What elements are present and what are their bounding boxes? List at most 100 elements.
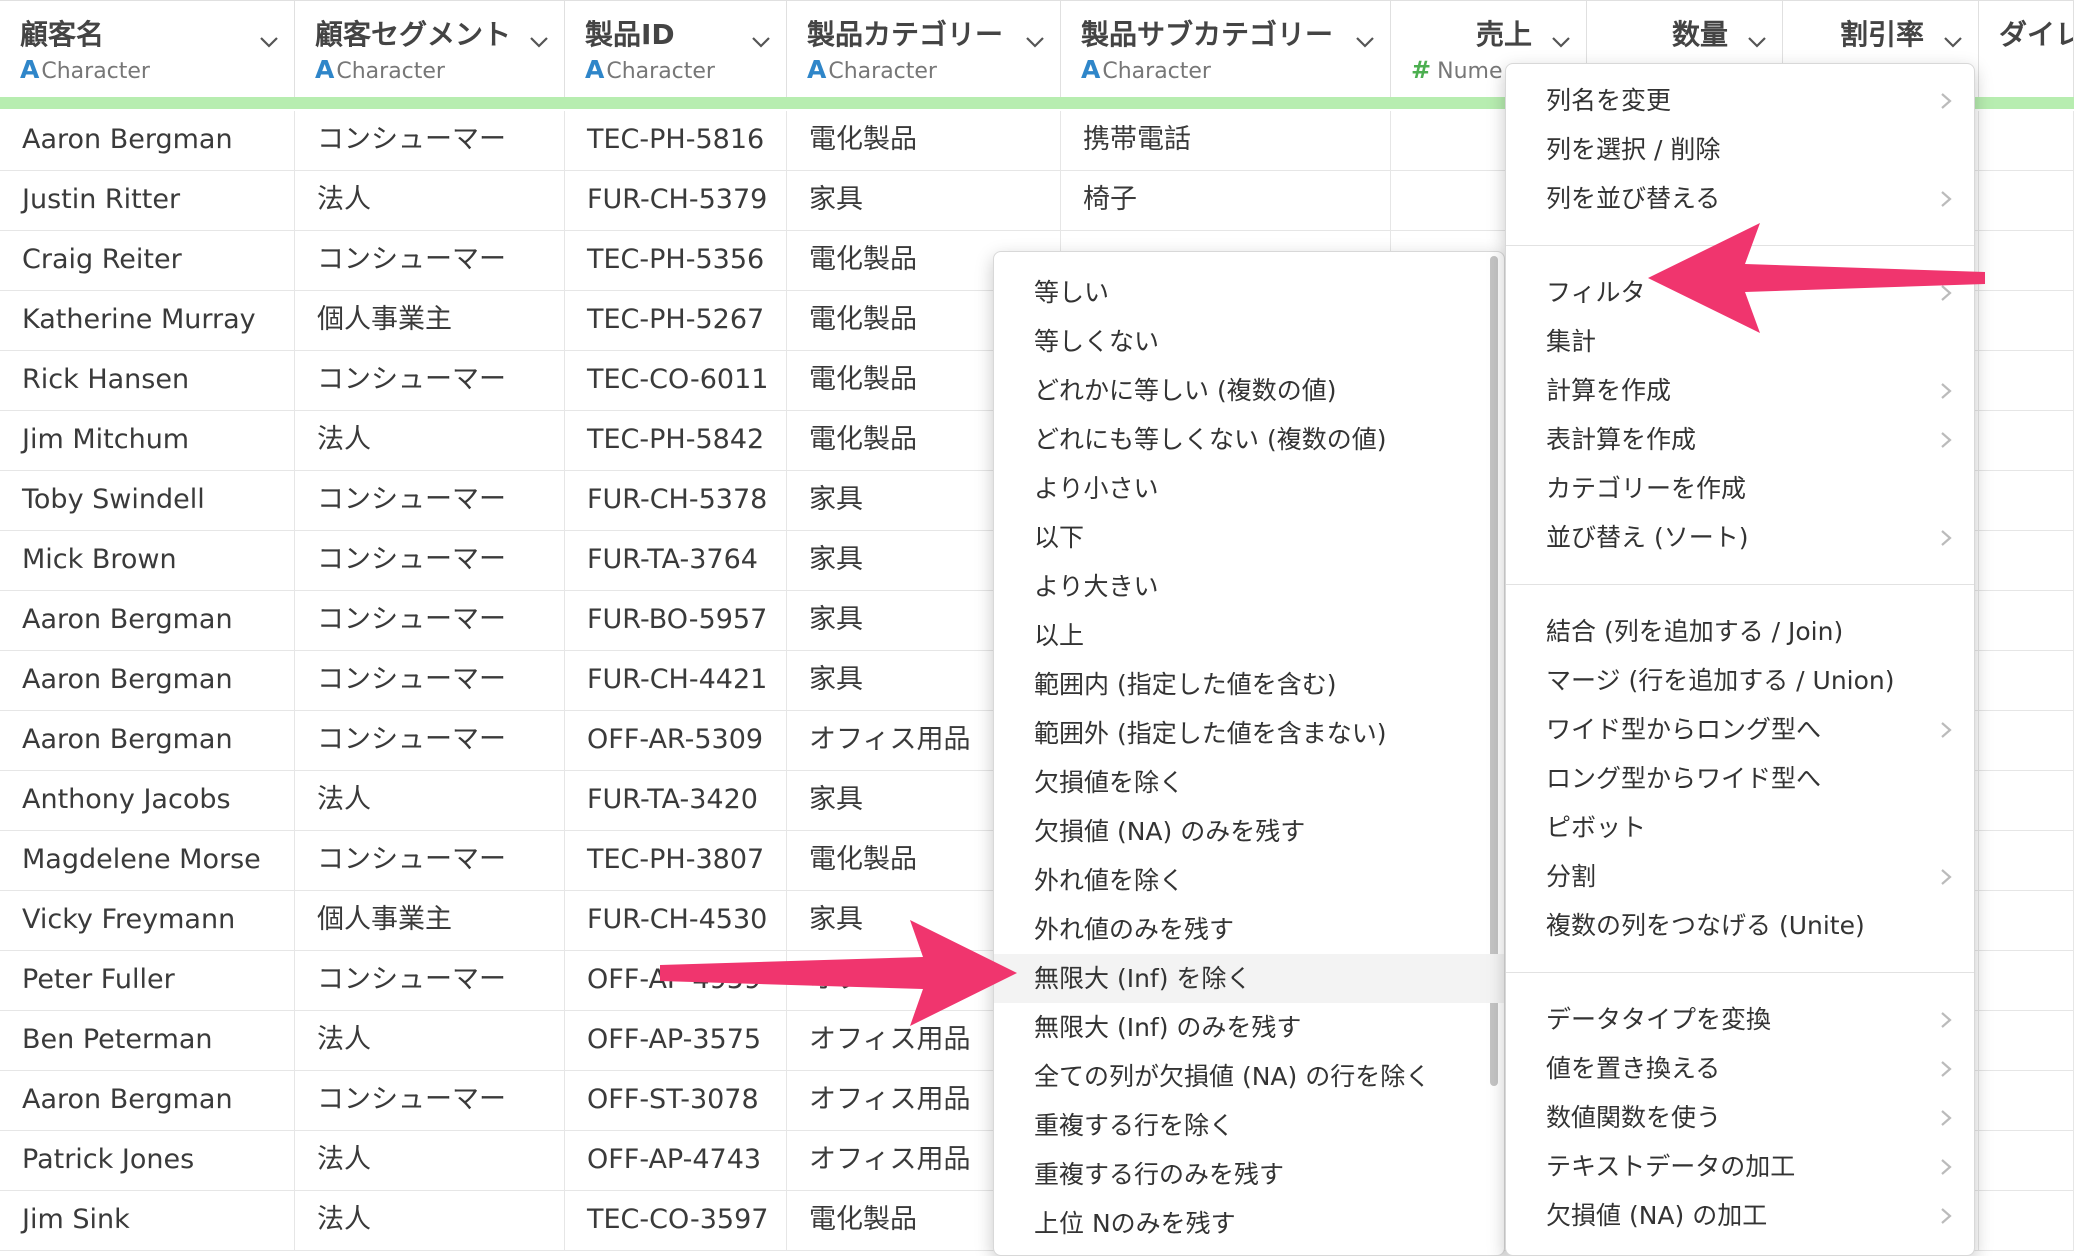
column-header[interactable]: 製品カテゴリー ACharacter xyxy=(787,1,1061,103)
table-cell[interactable]: 法人 xyxy=(295,171,565,230)
chevron-down-icon[interactable] xyxy=(1024,31,1046,53)
table-cell[interactable]: TEC-CO-3597 xyxy=(565,1191,787,1250)
table-cell[interactable]: Aaron Bergman xyxy=(0,111,295,170)
column-menu-item[interactable]: 複数の列をつなげる (Unite) xyxy=(1506,901,1974,950)
table-cell[interactable]: コンシューマー xyxy=(295,351,565,410)
table-cell[interactable] xyxy=(1979,651,2074,710)
table-cell[interactable]: コンシューマー xyxy=(295,471,565,530)
table-cell[interactable]: TEC-PH-3807 xyxy=(565,831,787,890)
table-cell[interactable]: Peter Fuller xyxy=(0,951,295,1010)
filter-menu-item[interactable]: より大きい xyxy=(994,562,1504,611)
filter-menu-item[interactable]: 重複する行を除く xyxy=(994,1101,1504,1150)
filter-menu-item[interactable]: 範囲内 (指定した値を含む) xyxy=(994,660,1504,709)
filter-menu-item[interactable]: 欠損値 (NA) のみを残す xyxy=(994,807,1504,856)
table-cell[interactable] xyxy=(1979,771,2074,830)
table-cell[interactable]: 法人 xyxy=(295,1131,565,1190)
table-cell[interactable]: 法人 xyxy=(295,1011,565,1070)
table-cell[interactable] xyxy=(1979,351,2074,410)
table-cell[interactable]: TEC-PH-5356 xyxy=(565,231,787,290)
table-cell[interactable]: Aaron Bergman xyxy=(0,591,295,650)
table-cell[interactable]: FUR-TA-3420 xyxy=(565,771,787,830)
table-cell[interactable]: OFF-AP-4959 xyxy=(565,951,787,1010)
column-menu-item[interactable]: 列名を変更 xyxy=(1506,76,1974,125)
table-cell[interactable]: コンシューマー xyxy=(295,951,565,1010)
table-cell[interactable]: Ben Peterman xyxy=(0,1011,295,1070)
table-cell[interactable]: コンシューマー xyxy=(295,231,565,290)
column-menu-item[interactable]: 数値関数を使う xyxy=(1506,1093,1974,1142)
table-cell[interactable]: FUR-CH-5379 xyxy=(565,171,787,230)
column-menu-item[interactable]: 計算を作成 xyxy=(1506,366,1974,415)
table-cell[interactable] xyxy=(1979,471,2074,530)
table-cell[interactable] xyxy=(1979,1131,2074,1190)
table-cell[interactable]: OFF-ST-3078 xyxy=(565,1071,787,1130)
table-cell[interactable]: コンシューマー xyxy=(295,711,565,770)
table-cell[interactable]: コンシューマー xyxy=(295,591,565,650)
column-menu-item[interactable]: 値を置き換える xyxy=(1506,1044,1974,1093)
column-menu-item[interactable]: 表計算を作成 xyxy=(1506,415,1974,464)
table-cell[interactable]: FUR-CH-4530 xyxy=(565,891,787,950)
table-cell[interactable]: FUR-BO-5957 xyxy=(565,591,787,650)
table-cell[interactable]: 家具 xyxy=(787,171,1061,230)
table-cell[interactable]: FUR-CH-5378 xyxy=(565,471,787,530)
filter-menu-item[interactable]: 全ての列が欠損値 (NA) の行を除く xyxy=(994,1052,1504,1101)
table-cell[interactable]: Patrick Jones xyxy=(0,1131,295,1190)
filter-menu-item[interactable]: 範囲外 (指定した値を含まない) xyxy=(994,709,1504,758)
table-cell[interactable]: Katherine Murray xyxy=(0,291,295,350)
table-cell[interactable]: FUR-CH-4421 xyxy=(565,651,787,710)
filter-menu-item[interactable]: どれにも等しくない (複数の値) xyxy=(994,415,1504,464)
table-cell[interactable]: コンシューマー xyxy=(295,111,565,170)
filter-menu-item[interactable]: 等しい xyxy=(994,268,1504,317)
column-menu-item[interactable]: ピボット xyxy=(1506,803,1974,852)
table-cell[interactable] xyxy=(1979,171,2074,230)
table-cell[interactable]: Anthony Jacobs xyxy=(0,771,295,830)
table-cell[interactable]: Toby Swindell xyxy=(0,471,295,530)
table-cell[interactable]: Aaron Bergman xyxy=(0,1071,295,1130)
table-cell[interactable] xyxy=(1979,831,2074,890)
filter-menu-item[interactable]: 無限大 (Inf) のみを残す xyxy=(994,1003,1504,1052)
filter-menu-item[interactable]: どれかに等しい (複数の値) xyxy=(994,366,1504,415)
chevron-down-icon[interactable] xyxy=(1354,31,1376,53)
table-cell[interactable]: 電化製品 xyxy=(787,111,1061,170)
column-header[interactable]: 製品ID ACharacter xyxy=(565,1,787,103)
chevron-down-icon[interactable] xyxy=(1746,31,1768,53)
table-cell[interactable] xyxy=(1979,891,2074,950)
table-cell[interactable]: Mick Brown xyxy=(0,531,295,590)
table-cell[interactable]: TEC-PH-5816 xyxy=(565,111,787,170)
table-cell[interactable]: TEC-PH-5267 xyxy=(565,291,787,350)
table-cell[interactable]: Aaron Bergman xyxy=(0,711,295,770)
chevron-down-icon[interactable] xyxy=(750,31,772,53)
column-header[interactable]: 製品サブカテゴリー ACharacter xyxy=(1061,1,1391,103)
table-cell[interactable] xyxy=(1979,711,2074,770)
column-header[interactable]: 顧客セグメント ACharacter xyxy=(295,1,565,103)
table-cell[interactable]: Vicky Freymann xyxy=(0,891,295,950)
column-header[interactable]: ダイレ xyxy=(1979,1,2074,103)
table-cell[interactable] xyxy=(1979,111,2074,170)
table-cell[interactable]: Rick Hansen xyxy=(0,351,295,410)
column-menu-item[interactable]: 列を並び替える xyxy=(1506,174,1974,223)
chevron-down-icon[interactable] xyxy=(1550,31,1572,53)
table-cell[interactable]: OFF-AP-3575 xyxy=(565,1011,787,1070)
table-cell[interactable] xyxy=(1979,231,2074,290)
table-cell[interactable]: OFF-AP-4743 xyxy=(565,1131,787,1190)
table-cell[interactable]: コンシューマー xyxy=(295,651,565,710)
column-menu-item[interactable]: フィルタ xyxy=(1506,268,1974,317)
table-cell[interactable] xyxy=(1979,951,2074,1010)
filter-menu-item[interactable]: 欠損値を除く xyxy=(994,758,1504,807)
table-cell[interactable]: Magdelene Morse xyxy=(0,831,295,890)
column-menu-item[interactable]: カテゴリーを作成 xyxy=(1506,464,1974,513)
column-menu-item[interactable]: データタイプを変換 xyxy=(1506,995,1974,1044)
filter-menu-item[interactable]: 無限大 (Inf) を除く xyxy=(994,954,1504,1003)
column-menu-item[interactable]: マージ (行を追加する / Union) xyxy=(1506,656,1974,705)
table-cell[interactable]: コンシューマー xyxy=(295,1071,565,1130)
table-cell[interactable]: TEC-CO-6011 xyxy=(565,351,787,410)
column-menu-item[interactable]: 欠損値 (NA) の加工 xyxy=(1506,1191,1974,1240)
column-menu-item[interactable]: 集計 xyxy=(1506,317,1974,366)
table-cell[interactable]: 法人 xyxy=(295,1191,565,1250)
table-cell[interactable]: Craig Reiter xyxy=(0,231,295,290)
filter-menu-item[interactable]: 外れ値のみを残す xyxy=(994,905,1504,954)
filter-menu-item[interactable]: 上位 Nのみを残す xyxy=(994,1199,1504,1248)
table-cell[interactable]: 椅子 xyxy=(1061,171,1391,230)
table-cell[interactable] xyxy=(1979,291,2074,350)
table-cell[interactable]: 法人 xyxy=(295,771,565,830)
table-cell[interactable]: OFF-AR-5309 xyxy=(565,711,787,770)
